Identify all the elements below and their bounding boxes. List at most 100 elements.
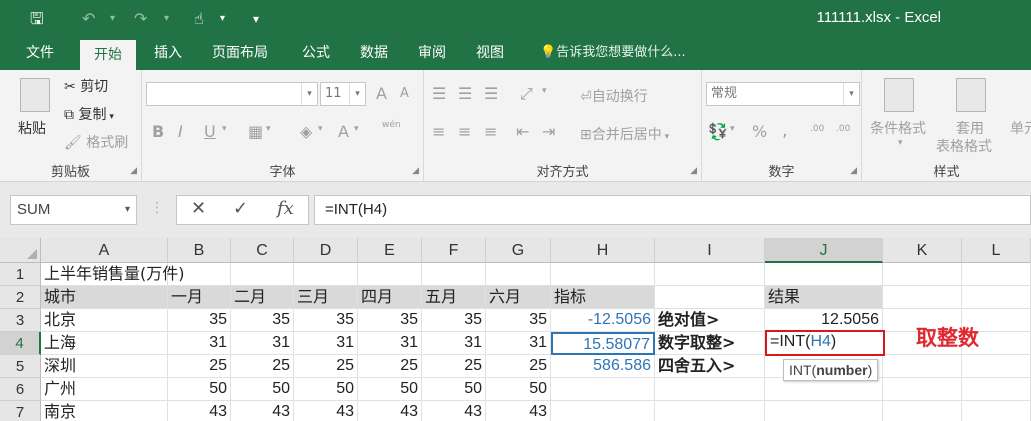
row-header-1[interactable]: 1 [0, 263, 41, 286]
city-cell[interactable]: 北京 [41, 309, 168, 332]
sales-cell[interactable]: 50 [168, 378, 231, 401]
sales-cell[interactable]: 35 [168, 309, 231, 332]
sales-cell[interactable]: 43 [294, 401, 358, 421]
align-middle-icon[interactable]: ☰ [458, 84, 472, 103]
sales-cell[interactable]: 43 [358, 401, 422, 421]
tab-formulas[interactable]: 公式 [288, 38, 344, 70]
column-header-i[interactable]: I [655, 238, 765, 263]
tab-view[interactable]: 视图 [462, 38, 518, 70]
dialog-launcher-icon[interactable]: ◢ [690, 166, 697, 176]
column-header-j[interactable]: J [765, 238, 883, 263]
sales-cell[interactable]: 43 [486, 401, 551, 421]
sales-cell[interactable]: 31 [231, 332, 294, 355]
tab-insert[interactable]: 插入 [140, 38, 196, 70]
cell[interactable] [765, 263, 883, 286]
number-format-combo[interactable]: 常规 ▾ [706, 82, 860, 106]
align-bottom-icon[interactable]: ☰ [484, 84, 498, 103]
currency-icon[interactable]: 💱 [708, 122, 728, 141]
dialog-launcher-icon[interactable]: ◢ [130, 166, 137, 176]
city-cell[interactable]: 深圳 [41, 355, 168, 378]
cell[interactable] [962, 286, 1031, 309]
sales-cell[interactable]: 35 [486, 309, 551, 332]
sales-cell[interactable]: 25 [294, 355, 358, 378]
fill-color-icon[interactable]: ◈ [300, 122, 312, 141]
cell-styles-button[interactable]: 单元 [1010, 118, 1031, 138]
header-cell[interactable]: 城市 [41, 286, 168, 309]
column-header-b[interactable]: B [168, 238, 231, 263]
cut-button[interactable]: ✂ 剪切 [64, 76, 108, 96]
sales-cell[interactable]: 43 [231, 401, 294, 421]
header-cell[interactable]: 三月 [294, 286, 358, 309]
cell[interactable] [655, 263, 765, 286]
font-size-combo[interactable]: 11 ▾ [320, 82, 366, 106]
cell[interactable] [551, 401, 655, 421]
column-header-e[interactable]: E [358, 238, 422, 263]
tab-review[interactable]: 审阅 [404, 38, 460, 70]
align-top-icon[interactable]: ☰ [432, 84, 446, 103]
redo-dropdown-icon[interactable]: ▾ [164, 8, 169, 30]
cell[interactable] [962, 401, 1031, 421]
column-header-f[interactable]: F [422, 238, 486, 263]
cell[interactable] [765, 378, 883, 401]
column-header-c[interactable]: C [231, 238, 294, 263]
conditional-format-button[interactable]: 条件格式 [870, 118, 926, 138]
cell[interactable] [551, 263, 655, 286]
cell[interactable] [231, 263, 294, 286]
redo-icon[interactable]: ↷ [134, 8, 147, 30]
cell[interactable] [883, 355, 962, 378]
increase-decimal-button[interactable]: .00 [810, 124, 824, 134]
decrease-indent-icon[interactable]: ⇤ [516, 122, 529, 141]
row-header-2[interactable]: 2 [0, 286, 41, 309]
sales-cell[interactable]: 35 [231, 309, 294, 332]
result-header-cell[interactable]: 结果 [765, 286, 883, 309]
bold-button[interactable]: B [152, 122, 164, 141]
sales-cell[interactable]: 31 [294, 332, 358, 355]
row-header-3[interactable]: 3 [0, 309, 41, 332]
row-header-4[interactable]: 4 [0, 332, 41, 355]
cell[interactable] [422, 263, 486, 286]
phonetic-button[interactable]: wén [382, 120, 401, 130]
enter-icon[interactable]: ✓ [233, 198, 248, 219]
indicator-cell[interactable]: 15.58077 [551, 332, 655, 355]
cell[interactable] [883, 286, 962, 309]
merge-center-button[interactable]: ⊞合并后居中 ▾ [580, 124, 669, 144]
sales-cell[interactable]: 35 [294, 309, 358, 332]
cell[interactable] [883, 263, 962, 286]
label-cell[interactable]: 绝对值> [655, 309, 765, 332]
indicator-header-cell[interactable]: 指标 [551, 286, 655, 309]
underline-button[interactable]: U [204, 122, 216, 141]
wrap-text-button[interactable]: ⏎自动换行 [580, 86, 648, 106]
row-header-5[interactable]: 5 [0, 355, 41, 378]
worksheet-grid[interactable]: A B C D E F G H I J K L 1 2 3 4 5 6 7 上半年销售量(万件) 城市 一月 二月 三月 四月五… [0, 238, 1031, 421]
percent-button[interactable]: % [752, 122, 767, 141]
cell[interactable] [358, 263, 422, 286]
cell[interactable] [765, 401, 883, 421]
chevron-down-icon[interactable]: ▾ [730, 124, 735, 134]
undo-dropdown-icon[interactable]: ▾ [110, 8, 115, 30]
indicator-cell[interactable]: -12.5056 [551, 309, 655, 332]
customize-toolbar-icon[interactable]: ▾ [253, 8, 259, 30]
cell[interactable] [883, 401, 962, 421]
italic-button[interactable]: I [178, 122, 183, 141]
cell[interactable] [551, 378, 655, 401]
column-header-d[interactable]: D [294, 238, 358, 263]
tab-home[interactable]: 开始 [80, 40, 136, 70]
cell[interactable] [294, 263, 358, 286]
font-color-button[interactable]: A [338, 122, 349, 141]
tab-data[interactable]: 数据 [346, 38, 402, 70]
name-box[interactable]: SUM ▾ [10, 195, 137, 225]
cell[interactable] [883, 378, 962, 401]
label-cell[interactable]: 四舍五入> [655, 355, 765, 378]
sales-cell[interactable]: 35 [422, 309, 486, 332]
header-cell[interactable]: 六月 [486, 286, 551, 309]
city-cell[interactable]: 广州 [41, 378, 168, 401]
column-header-l[interactable]: L [962, 238, 1031, 263]
sales-cell[interactable]: 50 [231, 378, 294, 401]
copy-button[interactable]: ⧉ 复制 ▾ [64, 104, 114, 124]
column-header-a[interactable]: A [41, 238, 168, 263]
sales-cell[interactable]: 25 [231, 355, 294, 378]
sales-cell[interactable]: 31 [422, 332, 486, 355]
chevron-down-icon[interactable]: ▾ [354, 124, 359, 134]
tell-me-search[interactable]: 💡告诉我您想要做什么... [526, 38, 700, 70]
chevron-down-icon[interactable]: ▾ [542, 86, 547, 96]
